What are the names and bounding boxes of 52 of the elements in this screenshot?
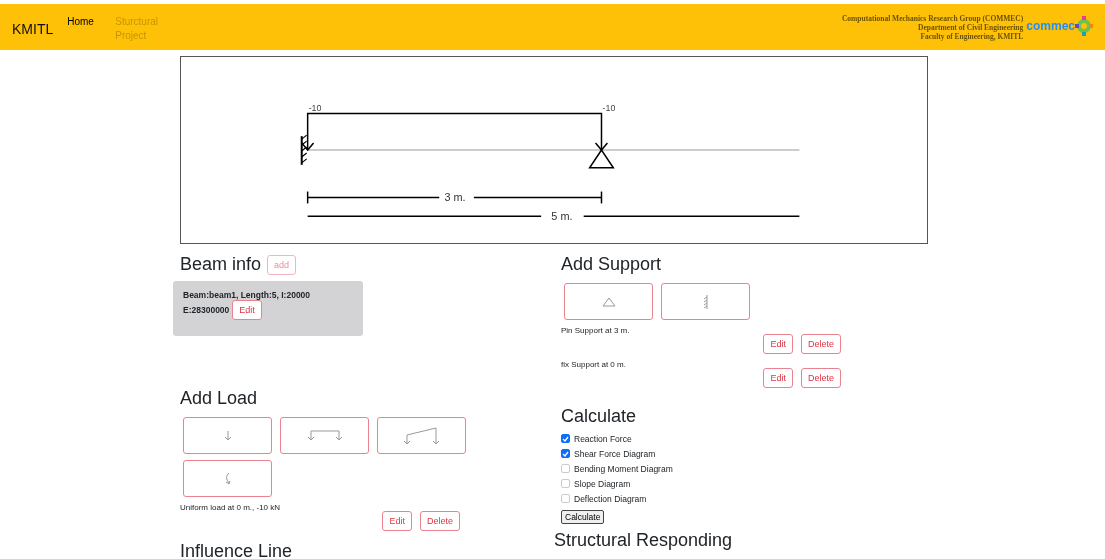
logo-text: commec [1026,19,1075,33]
load-type-button[interactable] [377,417,466,454]
fixed-support-icon [300,134,308,166]
support-type-button[interactable] [564,283,653,320]
checkbox-label: Slope Diagram [574,478,631,489]
dimension-label: 5 m. [551,210,573,223]
checkbox[interactable] [561,464,570,473]
down-arrow-icon [223,430,232,441]
load-type-button[interactable] [183,417,272,454]
delete-button[interactable]: Delete [801,334,841,354]
load-type-button[interactable] [280,417,369,454]
list-item-text: Uniform load at 0 m., -10 kN [180,503,282,514]
gear-icon [1075,16,1093,36]
section-heading: Influence Line [180,541,294,559]
nav-link[interactable]: Home [67,15,112,29]
delete-button[interactable]: Delete [420,511,460,531]
checkbox[interactable] [561,434,570,443]
section-heading: Add Support [561,254,663,275]
delete-button[interactable]: Delete [801,368,841,388]
list-item-text: fix Support at 0 m. [561,360,627,371]
edit-button[interactable]: Edit [763,334,793,354]
beam-info-text: E:28300000 [183,305,230,315]
section-heading: Beam info [180,254,262,275]
hatched-wall-icon [703,294,708,309]
calculate-button[interactable]: Calculate [561,510,605,524]
checkbox[interactable] [561,479,570,488]
load-value: -10 [602,103,616,114]
varying-load-icon [403,426,440,445]
brand-link[interactable]: KMITL [12,21,54,37]
section-heading: Add Load [180,388,259,409]
add-button[interactable]: add [267,254,297,275]
triangle-icon [601,296,616,307]
section-heading: Calculate [561,406,638,427]
curved-arrow-icon [223,471,232,486]
checkbox[interactable] [561,449,570,458]
checkbox[interactable] [561,494,570,503]
list-item-text: Pin Support at 3 m. [561,326,631,337]
edit-button[interactable]: Edit [382,511,412,531]
section-heading: Structural Responding [554,530,734,551]
edit-button[interactable]: Edit [763,368,793,388]
checkbox-label: Shear Force Diagram [574,448,656,459]
load-value: -10 [308,103,322,114]
checkbox-label: Reaction Force [574,433,632,444]
uniform-load-icon [307,430,342,441]
beam-info-text: Beam:beam1, Length:5, I:20000 [183,290,312,300]
pin-support-icon [588,148,615,169]
load-type-button[interactable] [183,460,272,497]
dimension-label: 3 m. [444,191,466,204]
edit-button[interactable]: Edit [232,300,262,320]
checkbox-label: Bending Moment Diagram [574,463,673,474]
checkbox-label: Deflection Diagram [574,493,647,504]
support-type-button[interactable] [661,283,750,320]
